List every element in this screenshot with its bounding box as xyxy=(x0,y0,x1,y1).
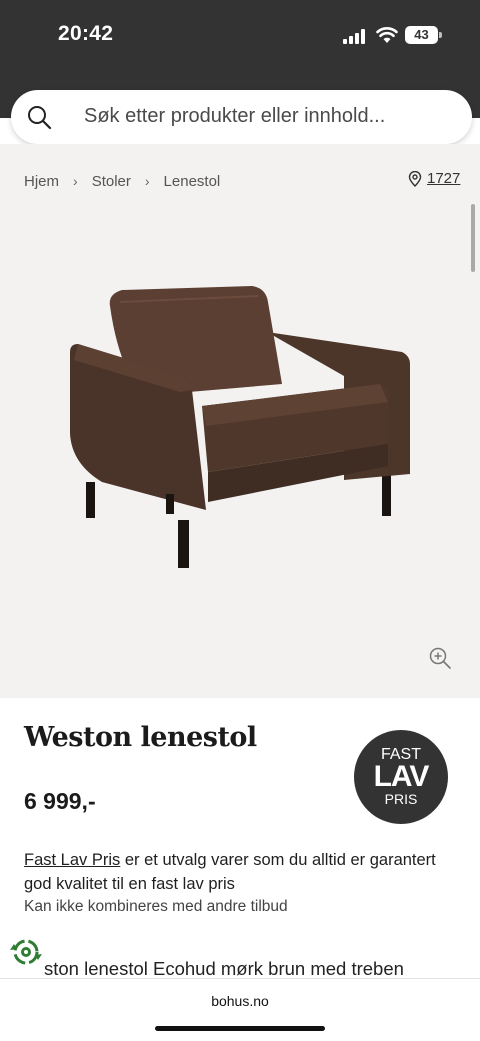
wifi-icon xyxy=(376,27,398,43)
status-bar: 20:42 43 xyxy=(0,0,480,70)
search-bar[interactable]: Søk etter produkter eller innhold... xyxy=(11,90,472,144)
breadcrumb: Hjem › Stoler › Lenestol xyxy=(24,171,220,191)
cellular-signal-icon xyxy=(343,28,367,44)
search-icon[interactable] xyxy=(26,104,52,130)
url-display[interactable]: bohus.no xyxy=(0,993,480,1009)
fast-lav-pris-link[interactable]: Fast Lav Pris xyxy=(24,851,120,869)
home-indicator[interactable] xyxy=(155,1026,325,1031)
badge-line-lav: LAV xyxy=(373,760,430,793)
breadcrumb-item-home[interactable]: Hjem xyxy=(24,173,59,190)
status-time: 20:42 xyxy=(58,22,114,45)
product-title: Weston lenestol xyxy=(24,722,257,753)
location-pin-icon xyxy=(408,170,422,187)
chevron-right-icon: › xyxy=(144,173,150,189)
store-selector[interactable]: 1727 xyxy=(408,170,460,187)
zoom-in-icon[interactable] xyxy=(428,646,452,670)
chevron-right-icon: › xyxy=(73,173,78,189)
battery-icon: 43 xyxy=(405,26,438,44)
product-price: 6 999,- xyxy=(24,788,96,814)
combination-note: Kan ikke kombineres med andre tilbud xyxy=(24,898,288,915)
badge-line-pris: PRIS xyxy=(384,791,418,807)
scrollbar[interactable] xyxy=(471,204,475,272)
breadcrumb-item-lenestol[interactable]: Lenestol xyxy=(164,173,221,190)
fast-lav-pris-badge: FAST LAV PRIS xyxy=(354,730,448,824)
product-gallery: Hjem › Stoler › Lenestol 1727 xyxy=(0,144,480,698)
battery-nub xyxy=(439,32,442,38)
store-code[interactable]: 1727 xyxy=(427,170,460,187)
program-description: Fast Lav Pris er et utvalg varer som du … xyxy=(24,848,444,896)
browser-bottom-bar: bohus.no xyxy=(0,978,480,1041)
product-image[interactable] xyxy=(62,284,418,584)
search-input[interactable]: Søk etter produkter eller innhold... xyxy=(84,105,385,128)
product-description-preview: ston lenestol Ecohud mørk brun med trebe… xyxy=(44,958,404,979)
breadcrumb-item-stoler[interactable]: Stoler xyxy=(92,173,131,190)
recycle-leaf-icon[interactable] xyxy=(8,934,44,970)
